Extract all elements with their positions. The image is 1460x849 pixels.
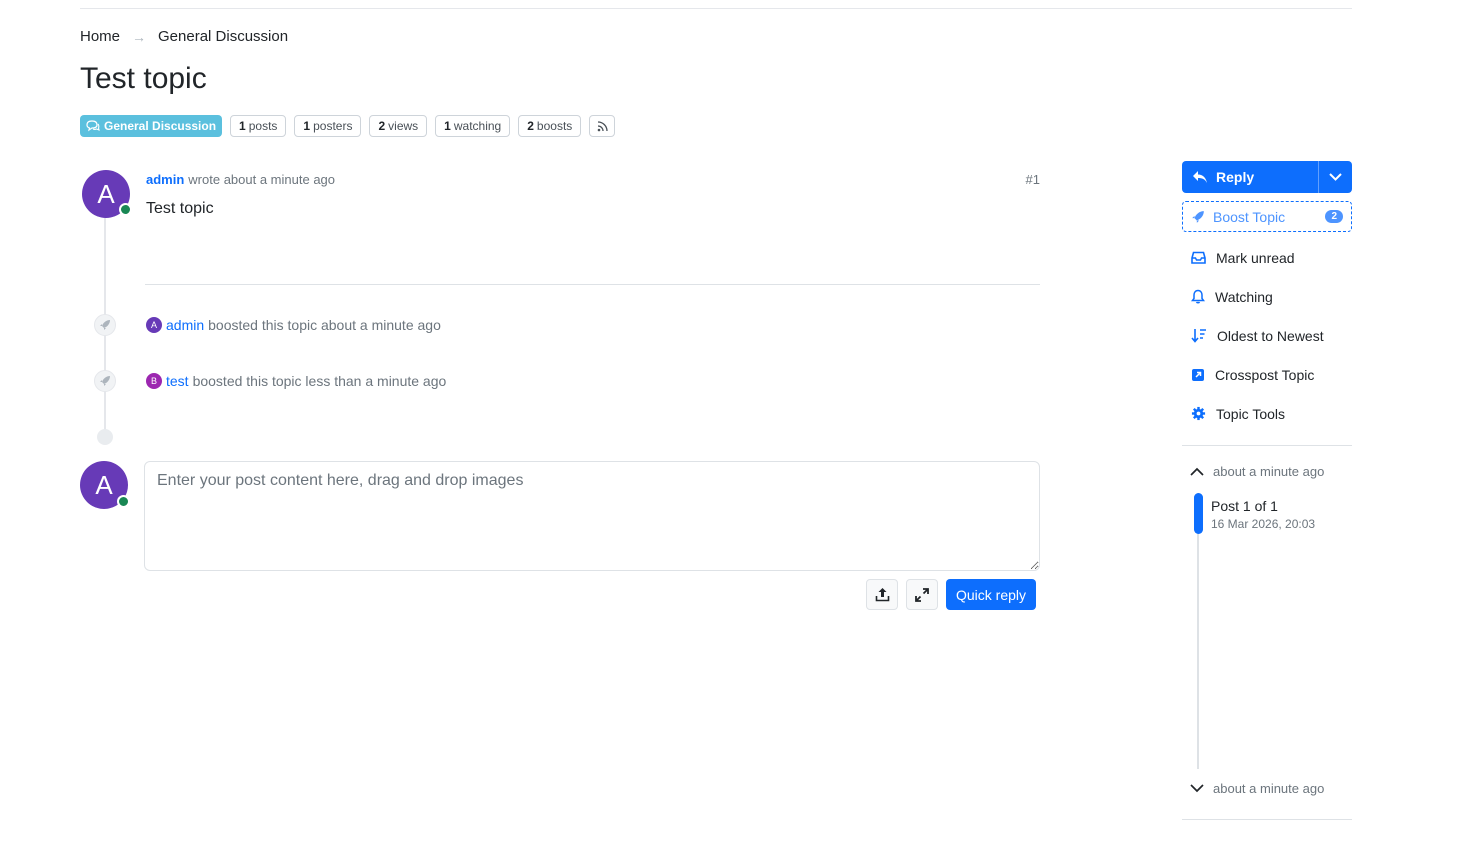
inbox-icon <box>1191 251 1206 264</box>
boost-event: A admin boosted this topic about a minut… <box>94 314 441 336</box>
reply-icon <box>1193 171 1207 183</box>
breadcrumb-separator: → <box>132 28 147 45</box>
event-text: boosted this topic about a minute ago <box>208 317 441 333</box>
crosspost-topic-button[interactable]: Crosspost Topic <box>1182 355 1352 394</box>
stat-label: boosts <box>536 119 573 133</box>
boost-count-badge: 2 <box>1325 210 1343 223</box>
navigator-top-label: about a minute ago <box>1213 464 1325 479</box>
sort-label: Oldest to Newest <box>1217 327 1324 344</box>
stat-views: 2 views <box>369 115 428 137</box>
quick-reply-button[interactable]: Quick reply <box>946 579 1037 610</box>
topic-sidebar: Reply Boost Topic 2 Mark unread Watching… <box>1182 161 1352 446</box>
stat-watching: 1 watching <box>435 115 511 137</box>
stat-count: 1 <box>239 119 246 133</box>
stat-posters: 1 posters <box>294 115 362 137</box>
stat-label: posts <box>248 119 278 133</box>
online-status-dot <box>119 203 132 216</box>
quick-reply-textarea[interactable] <box>144 461 1040 571</box>
event-avatar[interactable]: B <box>146 373 162 389</box>
event-user[interactable]: admin <box>166 317 204 333</box>
navigator-track[interactable] <box>1197 493 1199 769</box>
stat-count: 2 <box>527 119 534 133</box>
navigator-post-date: 16 Mar 2026, 20:03 <box>1211 517 1316 531</box>
chevron-down-icon <box>1190 784 1204 793</box>
reply-button[interactable]: Reply <box>1182 169 1318 185</box>
boost-topic-label: Boost Topic <box>1213 208 1286 225</box>
stat-label: watching <box>453 119 502 133</box>
comments-icon <box>86 120 100 132</box>
online-status-dot <box>117 495 130 508</box>
stat-count: 2 <box>378 119 386 133</box>
expand-icon <box>915 587 929 602</box>
sort-icon <box>1191 329 1206 343</box>
stat-count: 1 <box>303 119 311 133</box>
breadcrumb-category[interactable]: General Discussion <box>158 28 288 45</box>
sort-button[interactable]: Oldest to Newest <box>1182 316 1352 355</box>
watching-button[interactable]: Watching <box>1182 277 1352 316</box>
topic-tools-label: Topic Tools <box>1216 405 1286 422</box>
upload-icon <box>875 588 889 602</box>
boost-event: B test boosted this topic less than a mi… <box>94 370 446 392</box>
crosspost-label: Crosspost Topic <box>1215 366 1315 383</box>
navigator-bottom-label: about a minute ago <box>1213 781 1325 796</box>
rocket-icon <box>1192 210 1204 223</box>
rocket-icon <box>94 370 116 392</box>
page-title: Test topic <box>80 62 207 95</box>
navigator-handle[interactable] <box>1194 493 1203 534</box>
event-text: boosted this topic less than a minute ag… <box>192 373 447 389</box>
watching-label: Watching <box>1215 288 1273 305</box>
topic-actions-list: Mark unread Watching Oldest to Newest Cr… <box>1182 238 1352 433</box>
composer-actions: Quick reply <box>866 579 1037 610</box>
breadcrumb-home[interactable]: Home <box>80 28 120 45</box>
stat-label: posters <box>313 119 353 133</box>
navigator-post-label: Post 1 of 1 <box>1211 498 1278 514</box>
navigator-current-post: Post 1 of 1 16 Mar 2026, 20:03 <box>1211 498 1315 531</box>
chevron-down-icon <box>1329 173 1342 181</box>
timeline-end <box>97 429 113 445</box>
navigator-last-post[interactable]: about a minute ago <box>1190 781 1324 796</box>
gear-icon <box>1191 406 1206 421</box>
event-avatar[interactable]: A <box>146 317 162 333</box>
stat-posts: 1 posts <box>230 115 287 137</box>
rss-button[interactable] <box>589 115 616 137</box>
reply-label: Reply <box>1216 169 1255 185</box>
boost-topic-button[interactable]: Boost Topic 2 <box>1182 201 1352 232</box>
navigator-divider <box>1182 819 1352 820</box>
top-divider <box>80 8 1352 9</box>
post-index[interactable]: #1 <box>1026 172 1040 187</box>
crosspost-icon <box>1192 368 1204 381</box>
bell-icon <box>1191 289 1205 304</box>
stat-boosts[interactable]: 2 boosts <box>518 115 582 137</box>
upload-button[interactable] <box>866 579 898 610</box>
expand-composer-button[interactable] <box>906 579 938 610</box>
reply-button-group: Reply <box>1182 161 1352 193</box>
rss-icon <box>597 120 608 131</box>
category-badge-label: General Discussion <box>104 119 217 133</box>
topic-tools-button[interactable]: Topic Tools <box>1182 394 1352 433</box>
topic-tags: General Discussion 1 posts 1 posters 2 view… <box>80 115 616 137</box>
mark-unread-label: Mark unread <box>1216 249 1295 266</box>
post-meta[interactable]: wrote about a minute ago <box>188 172 335 187</box>
post-header: admin wrote about a minute ago #1 <box>146 172 1040 187</box>
stat-label: views <box>388 119 419 133</box>
stat-count: 1 <box>444 119 451 133</box>
sidebar-divider <box>1182 445 1352 446</box>
navigator-first-post[interactable]: about a minute ago <box>1190 464 1324 479</box>
post-author[interactable]: admin <box>146 172 184 187</box>
event-user[interactable]: test <box>166 373 189 389</box>
chevron-up-icon <box>1190 467 1204 476</box>
post-divider <box>145 284 1040 285</box>
breadcrumb: Home → General Discussion <box>80 28 288 45</box>
reply-dropdown-toggle[interactable] <box>1318 161 1352 193</box>
rocket-icon <box>94 314 116 336</box>
category-badge[interactable]: General Discussion <box>80 115 223 137</box>
post-content: Test topic <box>146 200 214 217</box>
mark-unread-button[interactable]: Mark unread <box>1182 238 1352 277</box>
